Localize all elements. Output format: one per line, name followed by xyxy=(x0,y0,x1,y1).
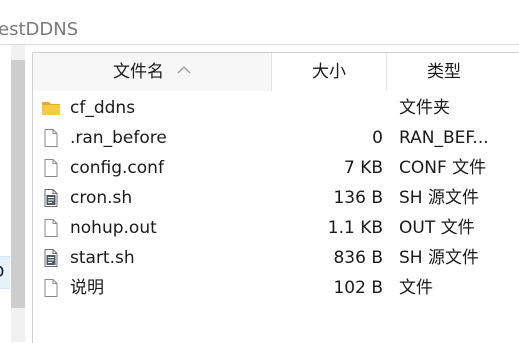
column-header: 文件名 大小 类型 xyxy=(33,53,519,91)
file-row[interactable]: cron.sh 136 B SH 源文件 xyxy=(33,183,519,213)
file-row[interactable]: 说明 102 B 文件 xyxy=(33,273,519,303)
file-size: 0 xyxy=(372,128,383,148)
column-header-name-label: 文件名 xyxy=(113,62,164,82)
file-size: 1.1 KB xyxy=(327,218,383,238)
blank-file-icon xyxy=(41,218,61,238)
file-row[interactable]: nohup.out 1.1 KB OUT 文件 xyxy=(33,213,519,243)
file-size: 836 B xyxy=(333,248,383,268)
file-type: SH 源文件 xyxy=(399,188,479,208)
column-header-type-label: 类型 xyxy=(427,62,461,82)
sort-ascending-icon xyxy=(177,50,191,88)
nav-scrollbar-thumb[interactable] xyxy=(11,60,25,308)
file-name: start.sh xyxy=(70,248,135,268)
address-bar[interactable]: estDDNS xyxy=(0,0,519,45)
file-row[interactable]: cf_ddns 文件夹 xyxy=(33,93,519,123)
folder-icon xyxy=(41,98,61,118)
file-list-pane: 文件名 大小 类型 cf_ddns 文件夹 .ran_before 0 RAN_… xyxy=(32,52,519,343)
blank-file-icon xyxy=(41,278,61,298)
file-list: cf_ddns 文件夹 .ran_before 0 RAN_BEF... con… xyxy=(33,93,519,303)
file-name: .ran_before xyxy=(70,128,167,148)
column-header-name[interactable]: 文件名 xyxy=(33,53,272,91)
file-name: nohup.out xyxy=(70,218,157,238)
file-type: CONF 文件 xyxy=(399,158,487,178)
file-type: 文件夹 xyxy=(399,98,450,118)
file-type: 文件 xyxy=(399,278,433,298)
address-path[interactable]: estDDNS xyxy=(0,19,78,40)
file-size: 102 B xyxy=(333,278,383,298)
nav-item-label[interactable]: D xyxy=(0,262,4,281)
file-type: OUT 文件 xyxy=(399,218,475,238)
file-name: cron.sh xyxy=(70,188,133,208)
file-type: RAN_BEF... xyxy=(399,128,489,148)
file-name: cf_ddns xyxy=(70,98,136,118)
script-file-icon xyxy=(41,248,61,268)
file-size: 7 KB xyxy=(343,158,383,178)
column-header-type[interactable]: 类型 xyxy=(387,53,519,91)
file-name: 说明 xyxy=(70,278,104,298)
file-row[interactable]: .ran_before 0 RAN_BEF... xyxy=(33,123,519,153)
blank-file-icon xyxy=(41,158,61,178)
file-row[interactable]: config.conf 7 KB CONF 文件 xyxy=(33,153,519,183)
file-row[interactable]: start.sh 836 B SH 源文件 xyxy=(33,243,519,273)
blank-file-icon xyxy=(41,128,61,148)
column-header-size[interactable]: 大小 xyxy=(272,53,387,91)
file-name: config.conf xyxy=(70,158,164,178)
file-type: SH 源文件 xyxy=(399,248,479,268)
script-file-icon xyxy=(41,188,61,208)
file-size: 136 B xyxy=(333,188,383,208)
column-header-size-label: 大小 xyxy=(312,62,346,82)
